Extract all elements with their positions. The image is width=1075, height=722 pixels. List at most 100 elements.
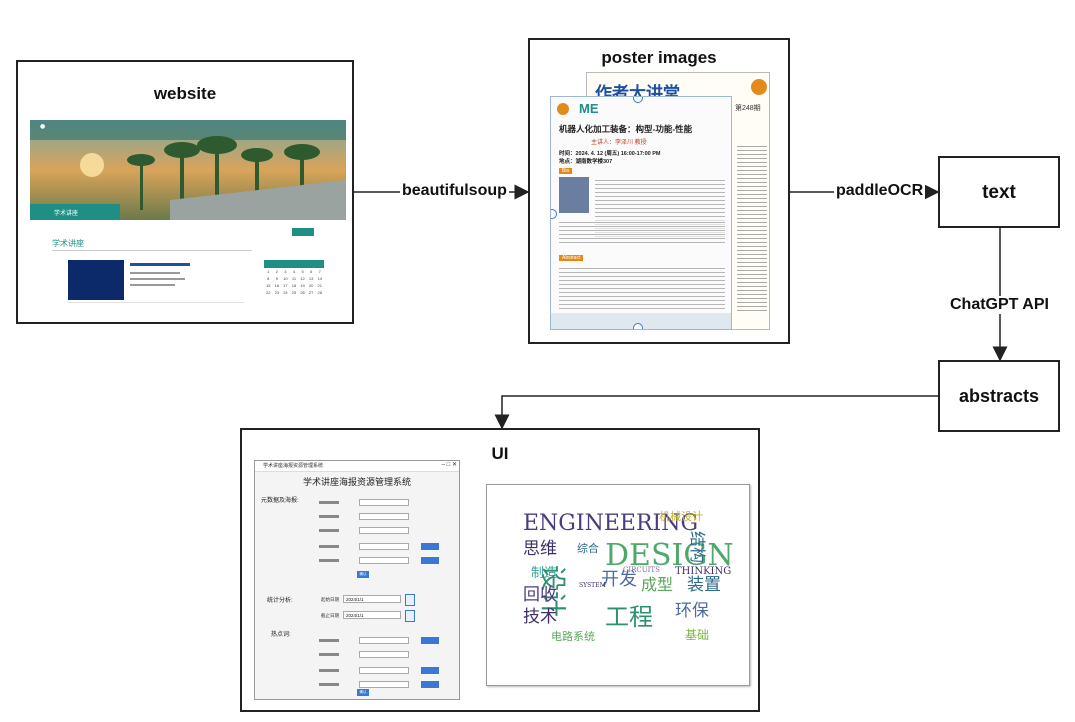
website-banner-title: 学术讲座 [54, 211, 79, 217]
poster-front-bio-tag: Bio [559, 168, 573, 174]
ui-form-field[interactable] [359, 667, 409, 674]
calendar-day[interactable]: 28 [315, 289, 324, 296]
poster-handle-bottom[interactable] [633, 323, 643, 329]
wordcloud: ENGINEERING 机械设计 DESIGN 思维 综合 制造 设计 开发 成型 装置 回收 技术工… [487, 485, 749, 685]
wordcloud-word: 工程 [605, 603, 653, 631]
ui-app-title: 学术讲座海报资源管理系统 [302, 478, 411, 488]
website-thumbnail: ● 学术讲座 学术讲座 1 2 3 4 5 6 7 8 9 10 11 12 13 14 15 16 17 18 1… [30, 120, 346, 316]
edge-label-paddleocr: paddleOCR [834, 182, 926, 200]
ui-form-label [319, 515, 339, 518]
ui-wordcloud-panel: ENGINEERING 机械设计 DESIGN 思维 综合 制造 设计 开发 成型 装置 回收 技术工… [486, 484, 750, 686]
ui-app-window: 学术讲座海报资源管理系统 – □ ✕ 学术讲座海报资源管理系统 元数据及海报: … [254, 460, 460, 700]
poster-handle-top[interactable] [633, 97, 643, 103]
calendar-day[interactable]: 24 [281, 289, 290, 296]
wordcloud-word: 思维 [523, 539, 557, 559]
ui-action-button[interactable] [421, 543, 439, 550]
calendar-day[interactable]: 20 [307, 282, 316, 289]
calendar-day[interactable]: 5 [298, 268, 307, 275]
calendar-day[interactable]: 7 [315, 268, 324, 275]
ui-stats-start-field[interactable]: 2024/1/1 [343, 595, 401, 603]
ui-form-field[interactable] [359, 651, 409, 658]
wordcloud-word: THINKING [675, 566, 732, 577]
node-abstracts-label: abstracts [958, 386, 1040, 406]
calendar-day[interactable]: 14 [315, 275, 324, 282]
calendar-day[interactable]: 2 [273, 268, 282, 275]
ui-stats-end-label: 截止日期 [321, 613, 339, 618]
ui-stats-start-calendar[interactable] [405, 594, 415, 606]
website-article-thumb[interactable] [68, 260, 124, 300]
node-poster-images: poster images 作者大讲堂 第248期 ME 机器人化加工装备：构型… [528, 38, 790, 344]
calendar-day[interactable]: 27 [307, 289, 316, 296]
ui-form-field[interactable] [359, 681, 409, 688]
calendar-grid: 1 2 3 4 5 6 7 8 9 10 11 12 13 14 15 16 17 18 19 20 21 22 23 24 2… [264, 268, 324, 296]
website-article-line-3 [130, 278, 185, 280]
website-search-button[interactable] [292, 228, 314, 236]
ui-action-button[interactable] [421, 667, 439, 674]
node-website: website ● 学术讲座 学术讲座 1 2 3 4 5 6 7 8 9 10… [16, 60, 354, 324]
calendar-day[interactable]: 23 [273, 289, 282, 296]
ui-stats-end-calendar[interactable] [405, 610, 415, 622]
node-abstracts: abstracts [938, 360, 1060, 432]
ui-form-label [319, 559, 339, 562]
website-section-title: 学术讲座 [52, 239, 84, 248]
node-poster-images-label: poster images [601, 48, 717, 67]
ui-action-button[interactable] [421, 557, 439, 564]
calendar-header [264, 260, 324, 268]
calendar-day[interactable]: 3 [281, 268, 290, 275]
poster-front-photo [559, 177, 589, 213]
wordcloud-word: 环保 [675, 601, 709, 621]
ui-stats-start-value: 2024/1/1 [346, 597, 364, 602]
wordcloud-word: 综合 [577, 542, 599, 555]
ui-form-field[interactable] [359, 543, 409, 550]
wordcloud-word: 机械设计 [659, 510, 703, 523]
calendar-day[interactable]: 18 [290, 282, 299, 289]
pipeline-diagram: website ● 学术讲座 学术讲座 1 2 3 4 5 6 7 8 9 10… [0, 0, 1075, 722]
calendar-day[interactable]: 19 [298, 282, 307, 289]
calendar-day[interactable]: 15 [264, 282, 273, 289]
calendar-day[interactable]: 26 [298, 289, 307, 296]
website-article-line-2 [130, 272, 180, 274]
node-text: text [938, 156, 1060, 228]
poster-front-abstract-tag: Abstract [559, 255, 584, 261]
poster-front-speaker: 主讲人：李泽川 教授 [591, 140, 647, 146]
ui-form-field[interactable] [359, 513, 409, 520]
poster-handle-left[interactable] [551, 209, 557, 219]
ui-hot-submit-button[interactable]: 确认 [357, 689, 369, 696]
ui-form-label [319, 529, 339, 532]
calendar-day[interactable]: 8 [264, 275, 273, 282]
calendar-day[interactable]: 11 [290, 275, 299, 282]
poster-back-issue: 第248期 [735, 105, 761, 112]
calendar-day[interactable]: 1 [264, 268, 273, 275]
website-article-line-1 [130, 263, 190, 266]
calendar-day[interactable]: 25 [290, 289, 299, 296]
calendar-day[interactable]: 21 [315, 282, 324, 289]
ui-form-label [319, 683, 339, 686]
wordcloud-word: SYSTEM [579, 582, 606, 589]
ui-form-field[interactable] [359, 499, 409, 506]
calendar-day[interactable]: 6 [307, 268, 316, 275]
calendar-day[interactable]: 12 [298, 275, 307, 282]
calendar-day[interactable]: 17 [281, 282, 290, 289]
calendar-day[interactable]: 13 [307, 275, 316, 282]
svg-text:●: ● [40, 123, 45, 130]
calendar-day[interactable]: 9 [273, 275, 282, 282]
ui-action-button[interactable] [421, 637, 439, 644]
calendar-day[interactable]: 22 [264, 289, 273, 296]
ui-group-hot: 热点词: [271, 632, 291, 638]
poster-front-title: 机器人化加工装备：构型-功能-性能 [559, 124, 693, 134]
calendar-day[interactable]: 10 [281, 275, 290, 282]
ui-meta-submit-button[interactable]: 确认 [357, 571, 369, 578]
wordcloud-word: 结构 [688, 531, 707, 564]
wordcloud-word: 基础 [685, 628, 710, 642]
poster-front-brand: ME [579, 101, 599, 116]
ui-form-field[interactable] [359, 527, 409, 534]
ui-window-controls[interactable]: – □ ✕ [442, 461, 457, 468]
ui-stats-end-field[interactable]: 2024/1/1 [343, 611, 401, 619]
ui-form-field[interactable] [359, 557, 409, 564]
ui-action-button[interactable] [421, 681, 439, 688]
calendar-day[interactable]: 16 [273, 282, 282, 289]
ui-form-field[interactable] [359, 637, 409, 644]
calendar-day[interactable]: 4 [290, 268, 299, 275]
wordcloud-word: 回收 [523, 585, 557, 605]
ui-meta-submit-label: 确认 [359, 572, 367, 576]
